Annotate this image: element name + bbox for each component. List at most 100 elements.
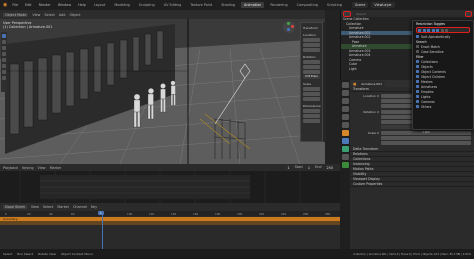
view-layer-tab-icon[interactable] — [341, 106, 349, 112]
dopesheet-menu-select[interactable]: Select — [43, 205, 53, 209]
viewport-menu-select[interactable]: Select — [44, 13, 54, 17]
output-tab-icon[interactable] — [341, 98, 349, 104]
filter-dropdown-icon[interactable] — [465, 10, 472, 17]
object-icon: ■ — [353, 81, 357, 86]
dopesheet-menu-key[interactable]: Key — [91, 205, 97, 209]
tab-modeling[interactable]: Modeling — [111, 2, 132, 8]
tool-select-icon[interactable] — [2, 34, 6, 38]
toggle-disable-viewport-icon[interactable] — [431, 28, 435, 32]
frame-ruler[interactable]: 0 20 40 60 100 120 140 160 180 200 220 2… — [0, 211, 340, 216]
playhead-frame-indicator[interactable]: 1 — [98, 211, 104, 215]
scale-z-field[interactable] — [381, 141, 471, 145]
n-panel-rotation-x[interactable] — [303, 60, 320, 64]
n-panel-location-x[interactable] — [303, 38, 320, 42]
playhead-line[interactable] — [102, 211, 103, 249]
scale-y-field[interactable] — [381, 136, 471, 140]
viewport-menu-object[interactable]: Object — [69, 13, 80, 17]
ruler-tick: 0 — [5, 212, 7, 216]
view-layer-selector[interactable]: ViewLayer — [371, 2, 395, 8]
world-tab-icon[interactable] — [341, 122, 349, 128]
dopesheet-area[interactable]: 0 20 40 60 100 120 140 160 180 200 220 2… — [0, 211, 340, 249]
n-panel-scale-z[interactable] — [303, 97, 320, 101]
tab-uv-editing[interactable]: UV Editing — [161, 2, 185, 8]
timeline-menu-marker[interactable]: Marker — [50, 166, 62, 170]
constraints-tab-icon[interactable] — [341, 154, 349, 160]
toggle-holdout-icon[interactable] — [440, 28, 444, 32]
tab-texture-paint[interactable]: Texture Paint — [187, 2, 215, 8]
tool-annotate-icon[interactable] — [2, 70, 6, 74]
channel-track[interactable] — [0, 221, 340, 225]
tool-cursor-icon[interactable] — [2, 40, 6, 44]
tool-move-icon[interactable] — [2, 46, 6, 50]
viewport-header: Object Mode View Select Add Object — [0, 10, 325, 19]
render-tab-icon[interactable] — [341, 90, 349, 96]
viewport-menu-view[interactable]: View — [32, 13, 40, 17]
timeline-area[interactable] — [0, 171, 340, 203]
n-panel-rotation-mode[interactable]: XYZ Euler — [303, 75, 320, 79]
start-frame-field[interactable]: 1 — [304, 164, 314, 171]
scene-tab-icon[interactable] — [341, 114, 349, 120]
dopesheet-menu-marker[interactable]: Marker — [57, 205, 69, 209]
tab-animation[interactable]: Animation — [241, 2, 265, 8]
tool-rotate-icon[interactable] — [2, 52, 6, 56]
navigation-gizmo[interactable] — [283, 21, 295, 33]
menu-render[interactable]: Render — [37, 3, 53, 7]
modifier-tab-icon[interactable] — [341, 138, 349, 144]
n-panel-dimensions-z[interactable] — [303, 119, 320, 123]
scene-selector[interactable]: Scene — [351, 2, 369, 8]
active-object-label: (1) Collection | Armature.001 — [3, 25, 53, 29]
n-panel-scale-y[interactable] — [303, 92, 320, 96]
end-frame-field[interactable]: 250 — [323, 164, 336, 171]
object-tab-icon[interactable] — [341, 130, 349, 136]
toggle-hide-icon[interactable] — [427, 28, 430, 32]
tab-rendering[interactable]: Rendering — [267, 2, 290, 8]
scale-x-field[interactable]: 1.000 — [381, 130, 471, 135]
mode-selector[interactable]: Object Mode — [3, 12, 29, 17]
blender-logo-icon[interactable]: ◉ — [3, 2, 7, 8]
tool-tab-icon[interactable] — [341, 82, 349, 88]
3d-viewport[interactable]: User Perspective (1) Collection | Armatu… — [0, 19, 325, 164]
status-select: Select — [3, 252, 13, 256]
n-panel-scale-label: Scale — [303, 82, 312, 86]
toggle-exclude-icon[interactable] — [418, 28, 421, 32]
toggle-render-icon[interactable] — [436, 28, 439, 32]
n-panel-location-y[interactable] — [303, 43, 320, 47]
timeline-menu-view[interactable]: View — [38, 166, 46, 170]
n-panel-location-z[interactable] — [303, 48, 320, 52]
toggle-indirect-only-icon[interactable] — [445, 28, 448, 32]
menu-window[interactable]: Window — [56, 3, 73, 7]
dopesheet-menu-channel[interactable]: Channel — [73, 205, 87, 209]
timeline-menu-playback[interactable]: Playback — [3, 166, 18, 170]
display-mode-dropdown[interactable] — [343, 10, 351, 17]
n-panel-rotation-y[interactable] — [303, 65, 320, 69]
n-panel-tabs[interactable] — [323, 22, 326, 142]
n-panel-rotation-z[interactable] — [303, 70, 320, 74]
current-frame-field[interactable]: 1 — [284, 164, 293, 171]
tab-compositing[interactable]: Compositing — [294, 2, 321, 8]
tab-layout[interactable]: Layout — [91, 2, 109, 8]
tool-scale-icon[interactable] — [2, 58, 6, 62]
ruler-tick: 120 — [149, 212, 155, 216]
menu-file[interactable]: File — [10, 3, 20, 7]
n-panel-scale-x[interactable] — [303, 87, 320, 91]
data-tab-icon[interactable] — [341, 162, 349, 168]
toggle-select-icon[interactable] — [422, 28, 426, 32]
custom-properties-section[interactable]: Custom Properties — [350, 182, 474, 187]
viewport-menu-add[interactable]: Add — [59, 13, 66, 17]
outliner-search-input[interactable]: Search — [353, 10, 463, 17]
tab-sculpting[interactable]: Sculpting — [136, 2, 158, 8]
filter-others-option[interactable]: Others — [413, 104, 473, 109]
object-name-field[interactable]: Armature.001 — [358, 80, 385, 87]
tool-measure-icon[interactable] — [2, 76, 6, 80]
tool-transform-icon[interactable] — [2, 64, 6, 68]
menu-help[interactable]: Help — [76, 3, 88, 7]
n-panel-dimensions-x[interactable] — [303, 109, 320, 113]
tab-shading[interactable]: Shading — [218, 2, 238, 8]
tab-scripting[interactable]: Scripting — [324, 2, 345, 8]
physics-tab-icon[interactable] — [341, 146, 349, 152]
n-panel-dimensions-y[interactable] — [303, 114, 320, 118]
dopesheet-menu-view[interactable]: View — [31, 205, 39, 209]
menu-edit[interactable]: Edit — [23, 3, 34, 7]
timeline-menu-keying[interactable]: Keying — [22, 166, 33, 170]
dopesheet-mode-selector[interactable]: Dope Sheet — [3, 205, 27, 209]
